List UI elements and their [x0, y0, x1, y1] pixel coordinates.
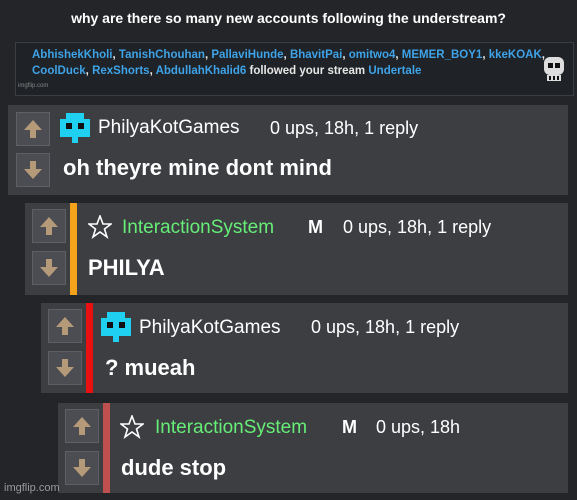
follower-username[interactable]: CoolDuck — [32, 65, 86, 77]
comment-username[interactable]: InteractionSystem — [155, 417, 307, 439]
upvote-button[interactable] — [48, 309, 82, 343]
arrow-down-icon — [73, 459, 91, 477]
comment-text: oh theyre mine dont mind — [63, 155, 332, 180]
comment: InteractionSystem M 0 ups, 18h dude stop — [58, 403, 568, 493]
comment-username[interactable]: InteractionSystem — [122, 217, 274, 239]
thread-bar — [86, 303, 93, 393]
comment: InteractionSystem M 0 ups, 18h, 1 reply … — [25, 203, 568, 295]
notification-message: followed your stream — [249, 65, 366, 77]
downvote-button[interactable] — [32, 251, 66, 285]
notification-panel: AbhishekKholi, TanishChouhan, PallaviHun… — [15, 42, 574, 96]
comment: PhilyaKotGames 0 ups, 18h, 1 reply ? mue… — [41, 303, 568, 393]
downvote-button[interactable] — [48, 351, 82, 385]
follower-username[interactable]: kkeKOAK — [489, 49, 542, 61]
comment: PhilyaKotGames 0 ups, 18h, 1 reply oh th… — [8, 105, 568, 195]
arrow-down-icon — [24, 161, 42, 179]
upvote-button[interactable] — [16, 112, 50, 146]
imgflip-watermark: imgflip.com — [4, 482, 60, 494]
arrow-down-icon — [56, 359, 74, 377]
arrow-up-icon — [56, 317, 74, 335]
thread-bar — [70, 203, 77, 295]
follower-username[interactable]: omitwo4 — [349, 49, 396, 61]
follower-username[interactable]: AbhishekKholi — [32, 49, 113, 61]
comment-meta: 0 ups, 18h, 1 reply — [343, 217, 492, 237]
notification-watermark: imgflip.com — [18, 83, 49, 89]
moderator-badge: M — [308, 217, 323, 237]
skull-icon — [544, 57, 564, 81]
star-icon — [88, 215, 112, 239]
follower-username[interactable]: RexShorts — [92, 65, 150, 77]
follower-username[interactable]: BhavitPai — [290, 49, 342, 61]
follower-username[interactable]: PallaviHunde — [211, 49, 283, 61]
user-avatar[interactable] — [101, 312, 131, 342]
arrow-up-icon — [24, 120, 42, 138]
page-title: why are there so many new accounts follo… — [71, 10, 506, 26]
arrow-up-icon — [40, 217, 58, 235]
follower-username[interactable]: TanishChouhan — [119, 49, 205, 61]
follower-username[interactable]: MEMER_BOY1 — [402, 49, 483, 61]
comment-text: dude stop — [121, 455, 227, 480]
comment-meta: 0 ups, 18h, 1 reply — [311, 317, 460, 337]
comment-username[interactable]: PhilyaKotGames — [98, 117, 240, 139]
upvote-button[interactable] — [32, 209, 66, 243]
thread-bar — [103, 403, 110, 493]
comment-username[interactable]: PhilyaKotGames — [139, 317, 281, 339]
stream-link[interactable]: Undertale — [368, 65, 421, 77]
user-avatar[interactable] — [60, 113, 90, 143]
comment-text: ? mueah — [105, 355, 196, 380]
downvote-button[interactable] — [16, 153, 50, 187]
star-icon — [120, 415, 144, 439]
upvote-button[interactable] — [65, 409, 99, 443]
downvote-button[interactable] — [65, 451, 99, 485]
moderator-badge: M — [342, 417, 357, 437]
arrow-down-icon — [40, 259, 58, 277]
arrow-up-icon — [73, 417, 91, 435]
comment-meta: 0 ups, 18h — [376, 417, 461, 437]
comment-meta: 0 ups, 18h, 1 reply — [270, 118, 419, 138]
comment-text: PHILYA — [88, 255, 165, 280]
follower-username[interactable]: AbdullahKhalid6 — [156, 65, 247, 77]
